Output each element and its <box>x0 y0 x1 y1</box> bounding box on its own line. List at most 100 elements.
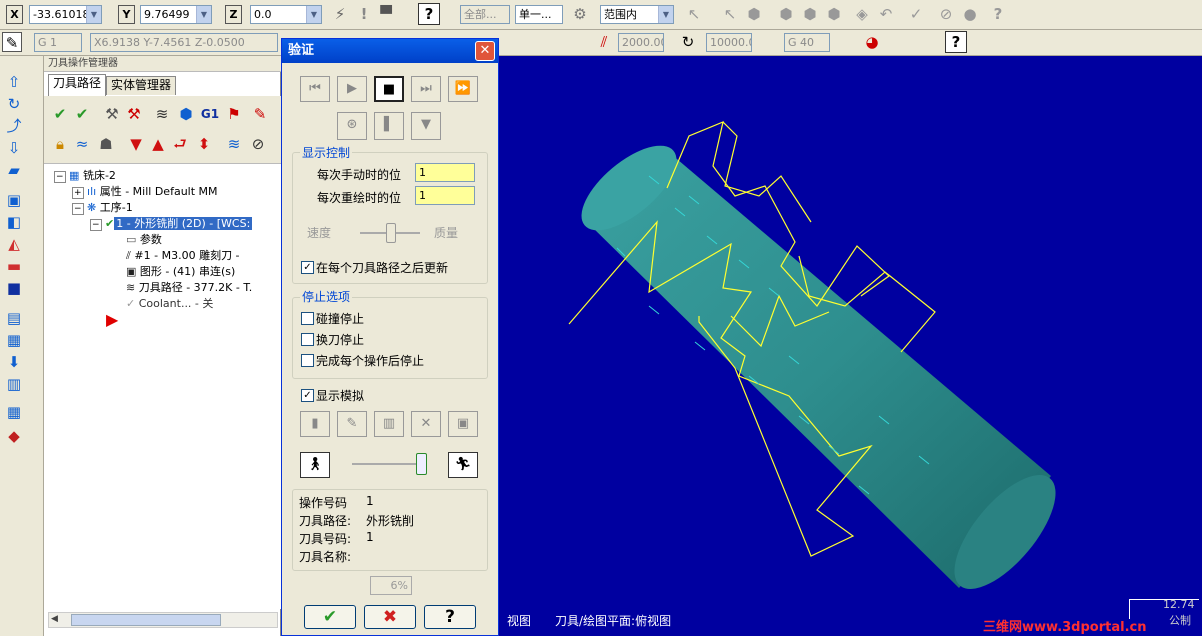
cursor-icon[interactable]: ↖ <box>684 4 704 24</box>
check-select-icon[interactable]: ✓ <box>906 4 926 24</box>
tab-solids[interactable]: 实体管理器 <box>106 76 177 95</box>
stop-button[interactable]: ■ <box>374 76 404 102</box>
stop-toolchange-checkbox[interactable] <box>301 333 314 346</box>
ruler-icon[interactable]: ⫽ <box>594 32 614 52</box>
plane-icon[interactable]: ▀ <box>376 4 396 24</box>
tree-node-props[interactable]: + ılı 属性 - Mill Default MM <box>72 184 218 200</box>
ok-button[interactable]: ✔ <box>304 605 356 629</box>
select-all-field[interactable]: 全部... <box>460 5 510 24</box>
help-button-dialog[interactable]: ? <box>424 605 476 629</box>
help-button[interactable]: ? <box>418 3 440 25</box>
updown-icon[interactable]: ⬍ <box>194 134 214 154</box>
circle-icon[interactable]: ● <box>960 4 980 24</box>
body-icon[interactable]: ⬢ <box>776 4 796 24</box>
loft-icon[interactable]: ◭ <box>4 234 24 254</box>
alert-icon[interactable]: ! <box>354 4 374 24</box>
help-gray-icon[interactable]: ? <box>988 4 1008 24</box>
regen-dirty-icon[interactable]: ⚒ <box>124 104 144 124</box>
insert-arrow-icon[interactable]: ⮐ <box>170 134 190 154</box>
scroll-thumb[interactable] <box>71 614 221 626</box>
tree-node-toolpath[interactable]: ≋ 刀具路径 - 377.2K - T. <box>126 280 252 296</box>
tree-node-params[interactable]: ▭ 参数 <box>126 232 162 248</box>
select-all-ops-icon[interactable]: ✔ <box>50 104 70 124</box>
tree-node-operation[interactable]: − ✔ 1 - 外形铣削 (2D) - [WCS: <box>90 216 280 232</box>
edit-icon[interactable]: ✎ <box>2 32 22 52</box>
tab-toolpaths[interactable]: 刀具路径 <box>48 74 107 96</box>
z-coord-field[interactable]: 0.0 ▼ <box>250 5 322 24</box>
down-arrow-icon[interactable]: ⇩ <box>4 138 24 158</box>
tree-node-machine[interactable]: − ▦ 铣床-2 <box>54 168 116 184</box>
box-icon[interactable]: ▣ <box>4 190 24 210</box>
lock-icon[interactable]: 🔒︎ <box>50 134 70 154</box>
grid-icon[interactable]: ▦ <box>4 330 24 350</box>
rotate-icon[interactable]: ↻ <box>4 94 24 114</box>
plane-cut-icon[interactable]: ▬ <box>4 256 24 276</box>
g1-icon[interactable]: G1 <box>200 104 220 124</box>
tool-display-button[interactable]: ▌ <box>374 112 404 140</box>
up-arrow-icon[interactable]: ⇧ <box>4 72 24 92</box>
globe-icon[interactable]: ◕ <box>862 32 882 52</box>
post-icon[interactable]: ⚑ <box>224 104 244 124</box>
regen-all-icon[interactable]: ⚒ <box>102 104 122 124</box>
select-dirty-ops-icon[interactable]: ✔ <box>72 104 92 124</box>
wave-icon[interactable]: ≈ <box>72 134 92 154</box>
window-icon[interactable]: ▤ <box>4 308 24 328</box>
graphics-viewport[interactable]: 视图 刀具/绘图平面:俯视图 12.74 公制 三维网www.3dportal.… <box>499 56 1202 636</box>
face-icon[interactable]: ⬢ <box>800 4 820 24</box>
fast-forward-button[interactable]: ⏩ <box>448 76 478 102</box>
link-icon[interactable]: ⊘ <box>248 134 268 154</box>
move-up-icon[interactable]: ▲ <box>148 134 168 154</box>
sim-chart-button[interactable]: ▥ <box>374 411 404 437</box>
update-checkbox[interactable]: ✓ <box>301 261 314 274</box>
run-fast-icon[interactable]: 🏃︎ <box>448 452 478 478</box>
toolpath-wave-icon[interactable]: ≋ <box>224 134 244 154</box>
manual-steps-input[interactable]: 1 <box>415 163 475 182</box>
ghost-icon[interactable]: ☗ <box>96 134 116 154</box>
walk-slow-icon[interactable]: 🚶︎ <box>300 452 330 478</box>
cancel-select-icon[interactable]: ⊘ <box>936 4 956 24</box>
chevron-down-icon[interactable]: ▼ <box>658 6 673 23</box>
cube-solid-icon[interactable]: ■ <box>4 278 24 298</box>
select-arrow-icon[interactable]: ↖ <box>720 4 740 24</box>
stop-each-op-checkbox[interactable] <box>301 354 314 367</box>
y-coord-field[interactable]: 9.76499 ▼ <box>140 5 212 24</box>
sim-speed-thumb[interactable] <box>416 453 427 475</box>
undo-icon[interactable]: ↶ <box>876 4 896 24</box>
tool-holder-button[interactable]: ▼ <box>411 112 441 140</box>
horizontal-scrollbar[interactable]: ◀ <box>48 612 278 628</box>
tree-node-tool[interactable]: ⫽ #1 - M3.00 雕刻刀 - <box>126 248 240 264</box>
scroll-left-icon[interactable]: ◀ <box>51 614 58 624</box>
backplot-icon[interactable]: ≋ <box>152 104 172 124</box>
sim-tool-button[interactable]: ▮ <box>300 411 330 437</box>
extrude-icon[interactable]: ◧ <box>4 212 24 232</box>
highfeed-icon[interactable]: ✎ <box>250 104 270 124</box>
chevron-down-icon[interactable]: ▼ <box>196 6 211 23</box>
speed-slider-thumb[interactable] <box>386 223 396 243</box>
insert-arrow-marker[interactable]: ▶ <box>106 312 118 328</box>
stop-collision-checkbox[interactable] <box>301 312 314 325</box>
layout-icon[interactable]: ▦ <box>4 402 24 422</box>
autocursor-icon[interactable]: ⚡ <box>330 4 350 24</box>
sim-save-button[interactable]: ▣ <box>448 411 478 437</box>
display-options-button[interactable]: ⊛ <box>337 112 367 140</box>
cube-icon[interactable]: ◈ <box>852 4 872 24</box>
solid-select-icon[interactable]: ⬢ <box>744 4 764 24</box>
cancel-button[interactable]: ✖ <box>364 605 416 629</box>
help-button-2[interactable]: ? <box>945 31 967 53</box>
step-button[interactable]: ⏭ <box>411 76 441 102</box>
range-select[interactable]: 范围内 ▼ <box>600 5 674 24</box>
edge-icon[interactable]: ⬢ <box>824 4 844 24</box>
sim-collision-button[interactable]: ✕ <box>411 411 441 437</box>
move-down-icon[interactable]: ▼ <box>126 134 146 154</box>
spindle-icon[interactable]: ↻ <box>678 32 698 52</box>
move-icon[interactable]: ⬇ <box>4 352 24 372</box>
close-icon[interactable]: ✕ <box>475 41 495 61</box>
x-coord-field[interactable]: -33.61018 ▼ <box>29 5 102 24</box>
chevron-down-icon[interactable]: ▼ <box>306 6 321 23</box>
sim-wrench-button[interactable]: ✎ <box>337 411 367 437</box>
arc-icon[interactable]: ⤴ <box>4 116 24 136</box>
chevron-down-icon[interactable]: ▼ <box>86 6 101 23</box>
solid-icon[interactable]: ▰ <box>4 160 24 180</box>
list-icon[interactable]: ▥ <box>4 374 24 394</box>
rewind-button[interactable]: ⏮ <box>300 76 330 102</box>
